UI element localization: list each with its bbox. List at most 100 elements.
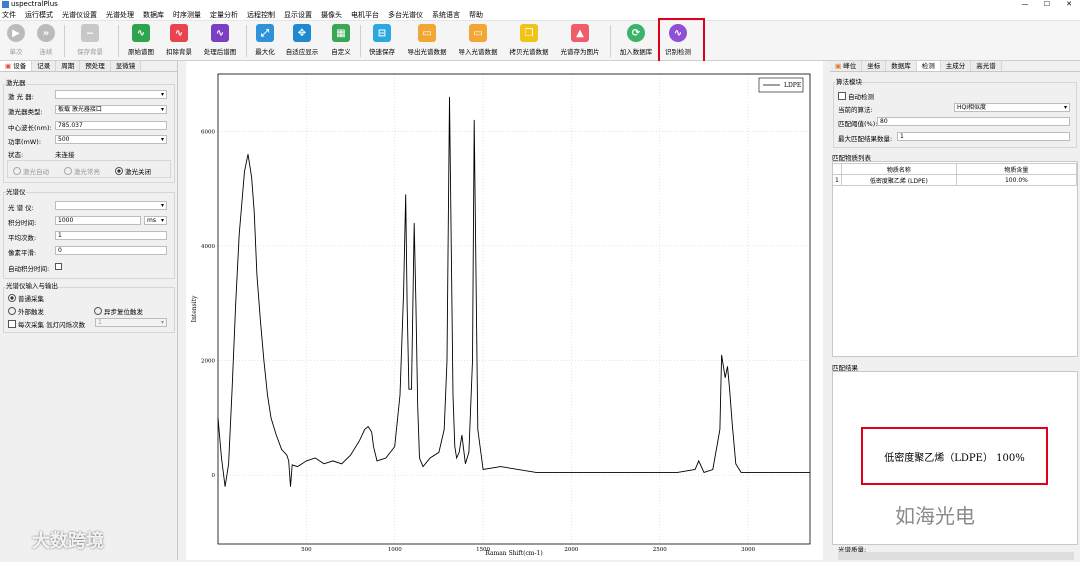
copy-data-button[interactable]: ❐ 拷贝光谱数据 <box>506 24 552 58</box>
tab-hyperspectral[interactable]: 高光谱 <box>971 61 1002 71</box>
single-button[interactable]: ▶ 单次 <box>5 24 27 58</box>
laser-off-radio[interactable]: 激光关闭 <box>115 166 151 176</box>
tab-peak[interactable]: ▣ 峰位 <box>830 61 863 71</box>
menu-spectrum-processing[interactable]: 光谱处理 <box>106 10 134 20</box>
raw-spectrum-button[interactable]: ∿ 原始谱图 <box>124 24 158 58</box>
series-line-ldpe <box>217 96 810 487</box>
processed-spectrum-button[interactable]: ∿ 处理后谱图 <box>200 24 240 58</box>
wavelength-field[interactable]: 785.037 <box>55 121 167 130</box>
auto-fit-button[interactable]: ✥ 自适应显示 <box>283 24 321 58</box>
save-background-button[interactable]: ~ 保存背景 <box>72 24 108 58</box>
minimize-button[interactable]: — <box>1014 0 1036 9</box>
column-substance-name: 物质名称 <box>840 163 957 175</box>
status-value: 未连接 <box>55 151 75 159</box>
close-button[interactable]: ✕ <box>1058 0 1080 9</box>
right-panel: ▣ 峰位 坐标 数据库 检测 主成分 高光谱 算法模块 自动检测 当前的算法: … <box>830 61 1080 560</box>
left-panel: ▣ 设备 记录 周期 预处理 显微镜 激光器 激 光 器: 激光器类型: 板载 … <box>0 61 178 560</box>
tab-pca[interactable]: 主成分 <box>940 61 972 71</box>
spectrometer-label: 光 谱 仪: <box>8 204 34 212</box>
chart-grid <box>218 74 810 544</box>
tab-cycle[interactable]: 周期 <box>56 61 81 71</box>
laser-type-label: 激光器类型: <box>8 108 43 116</box>
power-spinbox[interactable]: 500 <box>55 135 167 144</box>
integration-unit-select[interactable]: ms <box>144 216 167 225</box>
y-axis-label: Intensity <box>191 295 198 322</box>
add-to-database-button[interactable]: ⟳ 加入数据库 <box>616 24 656 58</box>
import-data-button[interactable]: ▭ 导入光谱数据 <box>455 24 501 58</box>
spectrum-chart[interactable]: 500 1000 1500 2000 2500 30000200040006000 Ram… <box>186 61 823 560</box>
menu-multi-spectrometer[interactable]: 多台光谱仪 <box>388 10 423 20</box>
external-trigger-radio[interactable]: 外部触发 <box>8 306 44 316</box>
auto-detect-checkbox[interactable]: 自动检测 <box>838 91 874 101</box>
tab-coordinate[interactable]: 坐标 <box>862 61 887 71</box>
algorithm-group-title: 算法模块 <box>836 76 862 86</box>
laser-type-select[interactable]: 板载 激光器接口 <box>55 105 167 114</box>
laser-group-title: 激光器 <box>6 77 26 87</box>
integration-field[interactable]: 1000 <box>55 216 141 225</box>
algorithm-select[interactable]: HQI相似度 <box>954 103 1070 112</box>
smooth-field[interactable]: 0 <box>55 246 167 255</box>
tab-detection[interactable]: 检测 <box>916 61 941 71</box>
toolbar: ▶ 单次 » 连续 ~ 保存背景 ∿ 原始谱图 ∿ 扣除背景 ∿ 处理后谱图 ⤢… <box>0 18 1080 71</box>
fast-forward-icon: » <box>37 24 55 42</box>
save-image-button[interactable]: ▲ 光谱存为图片 <box>557 24 603 58</box>
tab-database[interactable]: 数据库 <box>886 61 917 71</box>
auto-integration-checkbox[interactable] <box>55 263 62 270</box>
folder-export-icon: ▭ <box>418 24 436 42</box>
subtract-background-button[interactable]: ∿ 扣除背景 <box>162 24 196 58</box>
tab-microscope[interactable]: 显微镜 <box>110 61 142 71</box>
processed-spectrum-icon: ∿ <box>211 24 229 42</box>
average-field[interactable]: 1 <box>55 231 167 240</box>
threshold-field[interactable]: 80 <box>877 117 1070 126</box>
laser-select[interactable] <box>55 90 167 99</box>
chart-ticks: 500 1000 1500 2000 2500 30000200040006000 <box>201 129 756 553</box>
row-substance-name: 低密度聚乙烯 (LDPE) <box>840 174 957 186</box>
title-bar: uspectralPlus — ☐ ✕ <box>0 0 1080 9</box>
menu-run-mode[interactable]: 运行模式 <box>25 10 53 20</box>
match-result-text: 低密度聚乙烯（LDPE） 100% <box>861 427 1048 485</box>
menu-quantitative[interactable]: 定量分析 <box>210 10 238 20</box>
menu-timeseries[interactable]: 时序测量 <box>173 10 201 20</box>
tab-record[interactable]: 记录 <box>32 61 57 71</box>
app-icon <box>2 1 9 8</box>
menu-motor[interactable]: 电机平台 <box>351 10 379 20</box>
menu-camera[interactable]: 摄像头 <box>321 10 342 20</box>
quick-save-button[interactable]: ⊟ 快速保存 <box>365 24 399 58</box>
match-table: 物质名称 物质含量 1 低密度聚乙烯 (LDPE) 100.0% <box>833 163 1078 186</box>
flash-count-field[interactable]: 1 <box>95 318 167 327</box>
y-tick-label: 0 <box>212 473 216 479</box>
plot-frame <box>217 73 811 545</box>
menu-language[interactable]: 系统语言 <box>432 10 460 20</box>
async-trigger-radio[interactable]: 异步复位触发 <box>94 306 143 316</box>
menu-file[interactable]: 文件 <box>2 10 16 20</box>
table-row[interactable]: 1 低密度聚乙烯 (LDPE) 100.0% <box>833 174 1078 186</box>
max-results-field[interactable]: 1 <box>897 132 1070 141</box>
y-tick-label: 6000 <box>201 129 215 135</box>
tab-preprocess[interactable]: 预处理 <box>80 61 111 71</box>
menu-display[interactable]: 显示设置 <box>284 10 312 20</box>
tab-device[interactable]: ▣ 设备 <box>0 61 33 71</box>
laser-on-radio[interactable]: 激光常亮 <box>64 166 100 176</box>
x-tick-label: 500 <box>301 547 312 553</box>
io-group-title: 光谱仪输入与输出 <box>6 280 58 290</box>
spectrometer-select[interactable] <box>55 201 167 210</box>
export-data-button[interactable]: ▭ 导出光谱数据 <box>404 24 450 58</box>
menu-bar: 文件 运行模式 光谱仪设置 光谱处理 数据库 时序测量 定量分析 远程控制 显示… <box>0 9 1080 21</box>
menu-help[interactable]: 帮助 <box>469 10 483 20</box>
maximize-button[interactable]: ☐ <box>1036 0 1058 9</box>
menu-remote[interactable]: 远程控制 <box>247 10 275 20</box>
menu-database[interactable]: 数据库 <box>143 10 164 20</box>
normal-acquire-radio[interactable]: 普通采集 <box>8 293 44 303</box>
flash-checkbox[interactable]: 每次采集 氙灯闪烁次数 <box>8 319 85 329</box>
window-title: uspectralPlus <box>11 0 58 8</box>
maximize-view-button[interactable]: ⤢ 最大化 <box>252 24 278 58</box>
row-index: 1 <box>833 174 842 186</box>
continuous-button[interactable]: » 连续 <box>35 24 57 58</box>
laser-auto-radio[interactable]: 激光自动 <box>13 166 49 176</box>
custom-button[interactable]: ▦ 自定义 <box>326 24 356 58</box>
auto-integration-label: 自动积分时间: <box>8 265 50 273</box>
menu-spectrometer-settings[interactable]: 光谱仪设置 <box>62 10 97 20</box>
play-icon: ▶ <box>7 24 25 42</box>
match-list-box <box>832 161 1078 357</box>
x-tick-label: 2000 <box>564 547 578 553</box>
